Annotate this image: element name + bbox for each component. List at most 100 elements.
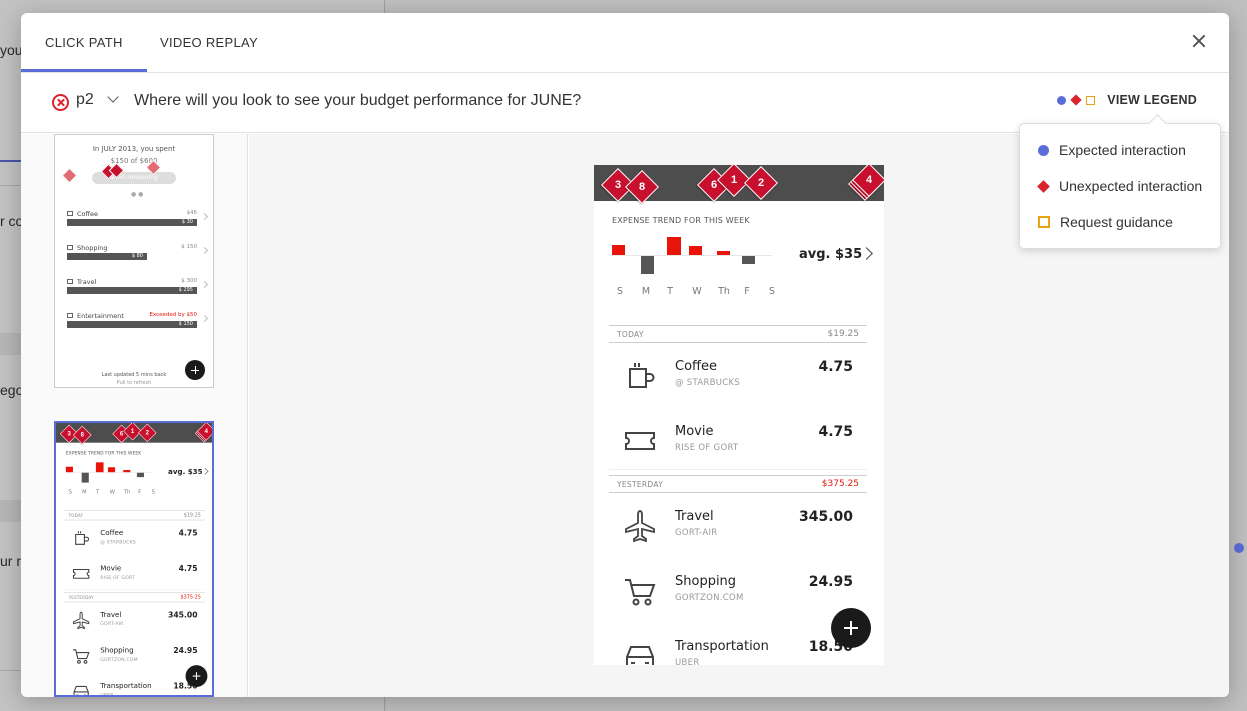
airplane-icon	[67, 279, 73, 284]
transaction-row[interactable]: Shopping GORTZON.COM 24.95	[609, 560, 867, 620]
background-status-dot	[1234, 543, 1244, 553]
transaction-name: Coffee	[100, 529, 124, 538]
transaction-merchant: @ STARBUCKS	[100, 539, 136, 545]
thumb-row-limit: $45	[186, 210, 198, 216]
day-label: Th	[718, 286, 730, 297]
view-legend-button[interactable]: VIEW LEGEND	[1057, 93, 1197, 107]
transaction-row[interactable]: Transportation UBER 18.50	[64, 674, 205, 697]
thumb-row-name: Shopping	[77, 244, 108, 252]
average-amount: avg. $35	[168, 467, 203, 477]
section-label: YESTERDAY	[68, 595, 94, 601]
transaction-name: Coffee	[675, 359, 717, 374]
unexpected-click-marker	[61, 167, 78, 184]
transaction-row[interactable]: Transportation UBER 18.50	[609, 625, 867, 665]
transaction-row[interactable]: Coffee @ STARBUCKS 4.75	[64, 521, 205, 554]
thumb-row-name: Entertainment	[77, 312, 124, 320]
screen-thumbnail-list[interactable]: In JULY 2013, you spent $150 of $600 $45…	[21, 134, 248, 697]
transaction-merchant: GORT-AIR	[675, 528, 718, 538]
tab-click-path[interactable]: CLICK PATH	[21, 35, 147, 72]
add-icon	[185, 360, 205, 380]
transaction-merchant: UBER	[100, 692, 114, 697]
thumb-spent: $150 of $600	[110, 157, 158, 165]
thumb-pull-refresh: Pull to refresh	[116, 380, 152, 386]
coffee-cup-icon	[72, 529, 91, 548]
click-order-label: 8	[638, 181, 646, 193]
thumb-row-limit: Exceeded by $50	[149, 312, 197, 318]
trend-bar	[65, 466, 73, 473]
screen-thumbnail-1[interactable]: In JULY 2013, you spent $150 of $600 $45…	[54, 134, 214, 388]
click-order-label: 2	[757, 177, 765, 189]
section-total: $375.25	[821, 479, 859, 489]
add-icon	[831, 608, 871, 648]
trend-bar	[136, 472, 145, 478]
transaction-row[interactable]: Travel GORT-AIR 345.00	[609, 495, 867, 555]
tab-video-replay[interactable]: VIDEO REPLAY	[160, 35, 258, 50]
legend-popover: Expected interaction Unexpected interact…	[1019, 123, 1221, 249]
section-label: TODAY	[68, 513, 84, 519]
transaction-name: Movie	[675, 424, 714, 439]
thumb-row-value: $ 30	[181, 219, 193, 225]
day-label: Th	[123, 489, 131, 496]
transaction-name: Transportation	[675, 639, 769, 654]
click-order-label: 4	[865, 174, 873, 186]
day-label: F	[138, 489, 142, 496]
transaction-row[interactable]: Movie RISE OF GORT 4.75	[609, 410, 867, 470]
ticket-icon	[623, 424, 657, 458]
view-legend-label: VIEW LEGEND	[1107, 93, 1197, 107]
transaction-row[interactable]: Movie RISE OF GORT 4.75	[64, 557, 206, 590]
screen-thumbnail-2-selected[interactable]: EXPENSE TREND FOR THIS WEEK avg. $35 S M T…	[54, 421, 214, 697]
thumbnail-screen-preview: EXPENSE TREND FOR THIS WEEK avg. $35 S M T…	[56, 423, 212, 697]
transaction-amount: 4.75	[178, 564, 198, 574]
transaction-row[interactable]: Travel GORT-AIR 345.00	[64, 603, 205, 636]
transaction-amount: 24.95	[808, 574, 853, 590]
transaction-merchant: RISE OF GORT	[100, 574, 136, 581]
row-divider	[64, 589, 206, 590]
section-label: YESTERDAY	[617, 480, 664, 489]
click-order-label: 1	[130, 427, 135, 435]
shopping-cart-icon	[72, 647, 91, 666]
participant-selector[interactable]: p2	[76, 91, 94, 109]
trend-bar	[81, 472, 89, 483]
day-label: W	[109, 489, 115, 496]
car-icon	[623, 639, 657, 665]
legend-item-unexpected: Unexpected interaction	[1037, 178, 1203, 194]
transaction-row[interactable]: Shopping GORTZON.COM 24.95	[64, 639, 205, 672]
average-amount: avg. $35	[799, 247, 863, 262]
orange-square-icon	[1086, 95, 1096, 105]
screen-capture: EXPENSE TREND FOR THIS WEEK avg. $35 S M T…	[594, 165, 884, 665]
transaction-name: Travel	[675, 509, 714, 524]
section-header: TODAY $19.25	[609, 325, 867, 343]
trend-bar	[641, 256, 654, 274]
legend-label: Expected interaction	[1059, 142, 1186, 158]
day-label: M	[82, 489, 87, 496]
transaction-merchant: GORTZON.COM	[100, 656, 138, 663]
day-label: F	[744, 286, 750, 297]
shopping-cart-icon	[623, 574, 657, 608]
day-label: S	[768, 286, 776, 297]
trend-bar	[95, 462, 104, 473]
chevron-right-icon	[200, 314, 209, 323]
chevron-down-icon[interactable]	[107, 92, 119, 104]
trend-bar	[689, 246, 702, 255]
add-icon	[185, 665, 208, 688]
failed-x-circle-icon	[52, 94, 69, 111]
close-icon[interactable]	[1189, 31, 1209, 51]
chevron-right-icon	[200, 280, 209, 289]
day-label: S	[616, 286, 624, 297]
transaction-name: Movie	[100, 564, 122, 573]
transaction-row[interactable]: Coffee @ STARBUCKS 4.75	[609, 345, 867, 405]
thumb-header: In JULY 2013, you spent	[92, 145, 176, 153]
tab-bar: CLICK PATH VIDEO REPLAY	[21, 13, 1229, 73]
click-order-label: 8	[80, 431, 84, 439]
section-total: $19.25	[183, 512, 201, 519]
transaction-merchant: GORTZON.COM	[675, 593, 744, 603]
legend-item-guidance: Request guidance	[1038, 214, 1173, 230]
expense-trend-title: EXPENSE TREND FOR THIS WEEK	[612, 216, 750, 225]
day-label: W	[692, 286, 702, 297]
chevron-right-icon	[200, 212, 209, 221]
row-divider	[609, 469, 867, 470]
section-label: TODAY	[617, 330, 644, 339]
legend-label: Unexpected interaction	[1059, 178, 1203, 194]
shopping-cart-icon	[67, 245, 73, 250]
thumb-row-value: $ 150	[178, 321, 193, 327]
